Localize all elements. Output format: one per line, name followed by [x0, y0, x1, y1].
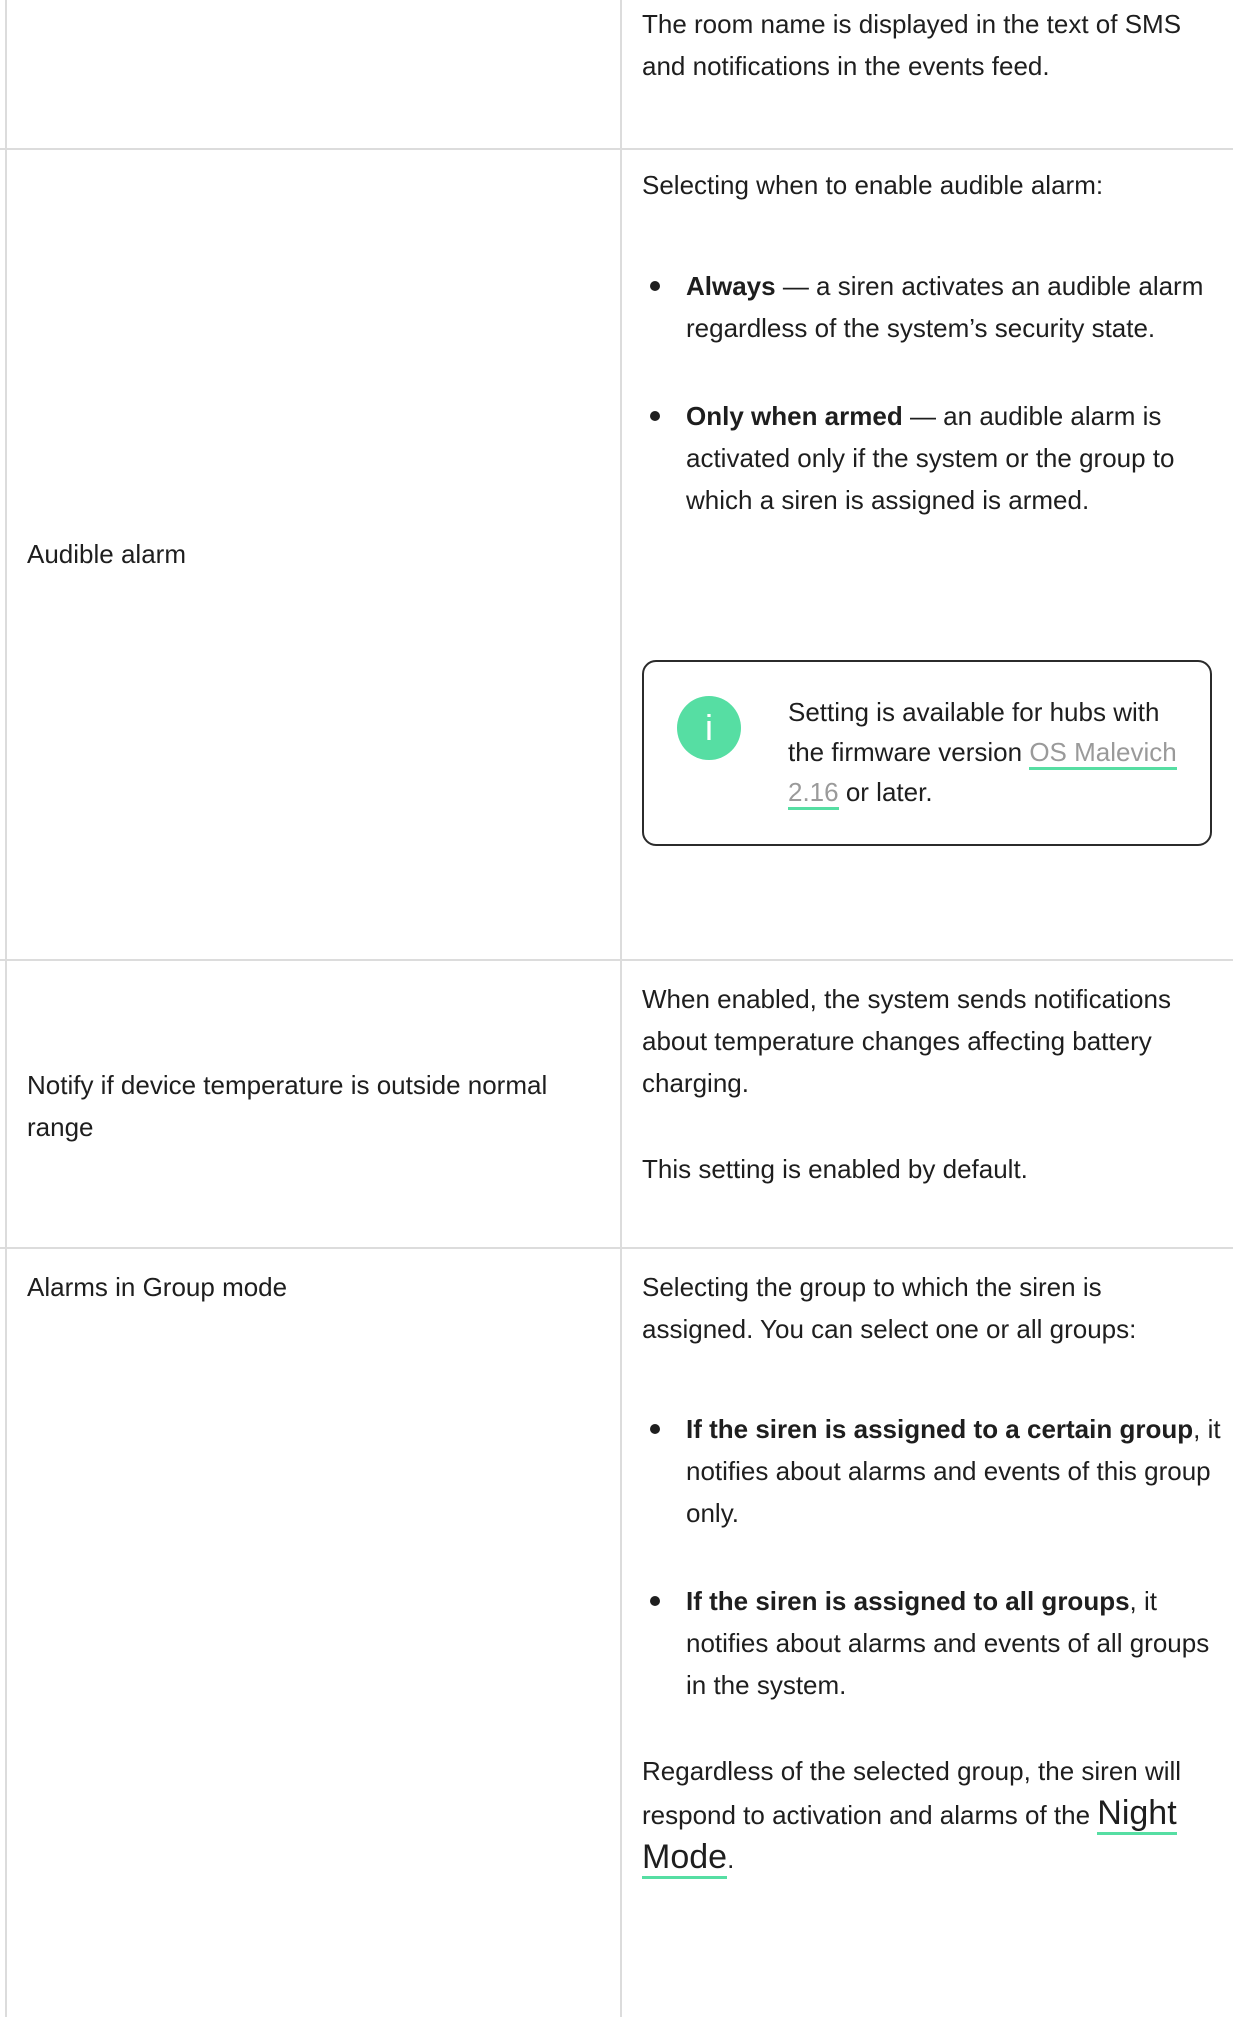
- group-mode-label: Alarms in Group mode: [27, 1272, 288, 1302]
- info-icon: i: [677, 696, 741, 760]
- room-description: The room name is displayed in the text o…: [642, 9, 1182, 81]
- audible-alarm-intro: Selecting when to enable audible alarm:: [642, 170, 1104, 200]
- list-item: If the siren is assigned to all groups, …: [642, 1580, 1222, 1706]
- audible-alarm-options: Always — a siren activates an audible al…: [642, 265, 1212, 521]
- settings-table: The room name is displayed in the text o…: [0, 0, 1233, 2017]
- table-column-divider: [620, 0, 622, 2017]
- list-item: Only when armed — an audible alarm is ac…: [642, 395, 1212, 521]
- option-term: If the siren is assigned to all groups: [686, 1586, 1130, 1616]
- info-note-text: Setting is available for hubs with the f…: [788, 692, 1188, 812]
- temperature-default-note: This setting is enabled by default.: [642, 1154, 1028, 1184]
- group-mode-options: If the siren is assigned to a certain gr…: [642, 1408, 1222, 1706]
- temperature-description: When enabled, the system sends notificat…: [642, 984, 1171, 1098]
- audible-alarm-label: Audible alarm: [27, 539, 186, 569]
- list-item: If the siren is assigned to a certain gr…: [642, 1408, 1222, 1534]
- group-mode-footer: Regardless of the selected group, the si…: [642, 1750, 1212, 1880]
- option-term: Only when armed: [686, 401, 903, 431]
- footer-text-after: .: [727, 1844, 735, 1874]
- table-left-border: [5, 0, 7, 2017]
- note-text-after: or later.: [838, 777, 933, 807]
- option-term: If the siren is assigned to a certain gr…: [686, 1414, 1194, 1444]
- row-divider: [0, 1247, 1233, 1249]
- row-divider: [0, 959, 1233, 961]
- group-mode-intro: Selecting the group to which the siren i…: [642, 1272, 1137, 1344]
- option-term: Always: [686, 271, 776, 301]
- row-divider: [0, 148, 1233, 150]
- list-item: Always — a siren activates an audible al…: [642, 265, 1212, 349]
- info-note: i Setting is available for hubs with the…: [642, 660, 1212, 846]
- temperature-label: Notify if device temperature is outside …: [27, 1070, 548, 1142]
